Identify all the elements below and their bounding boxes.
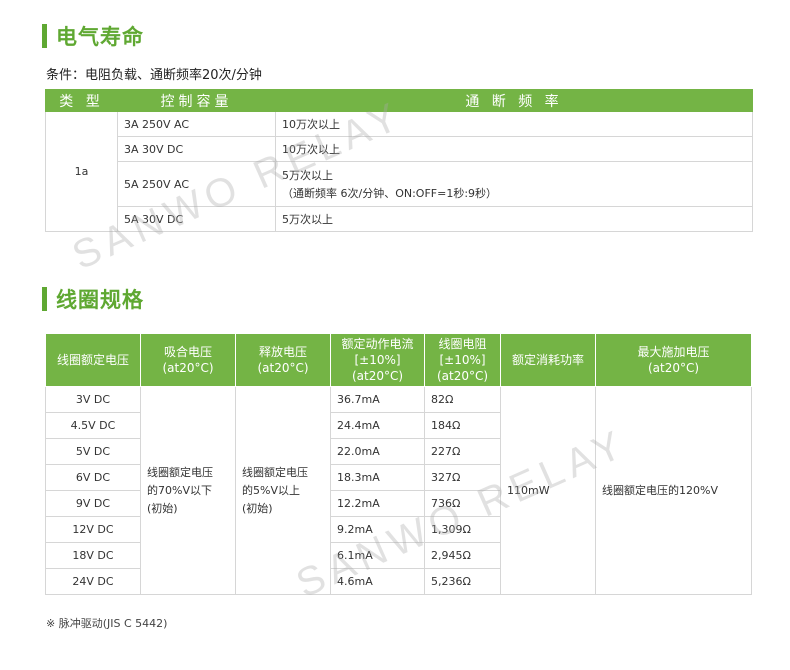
frequency-cell: 5万次以上 （通断频率 6次/分钟、ON:OFF=1秒:9秒） [275, 161, 753, 207]
table-row: 3V DC 线圈额定电压 的70%V以下 (初始) 线圈额定电压 的5%V以上 (初始)… [45, 386, 752, 595]
header-operate-current: 额定动作电流 [±10%] (at20°C) [330, 333, 425, 387]
header-pickup-voltage: 吸合电压 (at20°C) [140, 333, 236, 387]
operate-current-cell: 4.6mA [330, 568, 425, 595]
table-row: 5A 250V AC 5万次以上 （通断频率 6次/分钟、ON:OFF=1秒:9… [46, 161, 753, 207]
header-sub: (at20°C) [647, 361, 700, 375]
pickup-voltage-cell: 线圈额定电压 的70%V以下 (初始) [140, 386, 236, 595]
header-sub: (at20°C) [257, 361, 309, 375]
contact-type: 1a [45, 111, 118, 232]
frequency-note: （通断频率 6次/分钟、ON:OFF=1秒:9秒） [282, 187, 498, 200]
table-row: 1a 3A 250V AC 10万次以上 [45, 111, 753, 232]
rated-voltage-cell: 9V DC [45, 490, 141, 517]
coil-spec-table: 线圈额定电压 吸合电压 (at20°C) 释放电压 (at20°C) 额定动作电流 [… [45, 333, 752, 595]
rated-voltage-cell: 3V DC [45, 386, 141, 413]
operate-current-cell: 18.3mA [330, 464, 425, 491]
section-title-text: 电气寿命 [56, 25, 144, 49]
operate-current-cell: 22.0mA [330, 438, 425, 465]
test-condition: 条件：电阻负载、通断频率20次/分钟 [46, 68, 262, 83]
table-row: 5A 30V DC 5万次以上 [46, 206, 753, 232]
header-rated-voltage: 线圈额定电压 [45, 333, 141, 387]
frequency-cell: 10万次以上 [275, 136, 753, 162]
cell-line: (初始) [147, 501, 178, 515]
coil-resistance-cell: 327Ω [424, 464, 501, 491]
header-text: 线圈额定电压 [56, 353, 129, 367]
header-type: 类 型 [45, 89, 118, 112]
header-max-voltage: 最大施加电压 (at20°C) [595, 333, 752, 387]
header-text: 额定消耗功率 [511, 353, 584, 367]
header-release-voltage: 释放电压 (at20°C) [235, 333, 331, 387]
release-voltage-cell: 线圈额定电压 的5%V以上 (初始) [235, 386, 331, 595]
rated-voltage-cell: 4.5V DC [45, 412, 141, 439]
capacity-cell: 3A 30V DC [117, 136, 276, 162]
rated-voltage-cell: 12V DC [45, 516, 141, 543]
operate-current-cell: 36.7mA [330, 386, 425, 413]
capacity-cell: 3A 250V AC [117, 111, 276, 137]
max-voltage-cell: 线圈额定电压的120%V [595, 386, 752, 595]
electrical-life-table: 类 型 控制容量 通 断 频 率 1a 3A 250V AC 10万次以上 3A… [45, 89, 753, 232]
capacity-cell: 5A 250V AC [117, 161, 276, 207]
coil-resistance-cell: 227Ω [424, 438, 501, 465]
header-sub: [±10%] [439, 353, 486, 367]
capacity-cell: 5A 30V DC [117, 206, 276, 232]
operate-current-cell: 6.1mA [330, 542, 425, 569]
table-row: 3A 30V DC 10万次以上 [46, 136, 753, 162]
operate-current-cell: 24.4mA [330, 412, 425, 439]
rated-voltage-cell: 5V DC [45, 438, 141, 465]
rated-voltage-cell: 6V DC [45, 464, 141, 491]
header-power: 额定消耗功率 [500, 333, 596, 387]
header-sub: [±10%] [354, 353, 401, 367]
operate-current-cell: 12.2mA [330, 490, 425, 517]
header-text: 吸合电压 [163, 345, 212, 359]
header-text: 线圈电阻 [438, 337, 487, 351]
rated-voltage-cell: 24V DC [45, 568, 141, 595]
coil-resistance-cell: 5,236Ω [424, 568, 501, 595]
footnote: ※ 脉冲驱动(JIS C 5442) [46, 617, 168, 630]
header-text: 释放电压 [258, 345, 307, 359]
coil-resistance-cell: 82Ω [424, 386, 501, 413]
table-header-row: 类 型 控制容量 通 断 频 率 [45, 89, 753, 112]
header-text: 最大施加电压 [637, 345, 710, 359]
header-sub: (at20°C) [436, 369, 489, 383]
header-sub: (at20°C) [351, 369, 404, 383]
header-coil-resistance: 线圈电阻 [±10%] (at20°C) [424, 333, 501, 387]
frequency-cell: 5万次以上 [275, 206, 753, 232]
section-title-text: 线圈规格 [56, 288, 144, 312]
header-frequency: 通 断 频 率 [275, 89, 753, 112]
cell-line: 线圈额定电压 [147, 465, 213, 479]
section-title-coil-spec: 线圈规格 [42, 286, 144, 312]
coil-resistance-cell: 2,945Ω [424, 542, 501, 569]
cell-line: 的70%V以下 [147, 483, 212, 497]
header-capacity: 控制容量 [117, 89, 276, 112]
title-accent-bar [42, 287, 47, 311]
frequency-value: 5万次以上 [282, 169, 333, 182]
coil-resistance-cell: 184Ω [424, 412, 501, 439]
coil-resistance-cell: 1,309Ω [424, 516, 501, 543]
cell-line: (初始) [242, 501, 273, 515]
section-title-electrical-life: 电气寿命 [42, 23, 144, 49]
cell-line: 线圈额定电压 [242, 465, 308, 479]
cell-line: 的5%V以上 [242, 483, 300, 497]
table-header-row: 线圈额定电压 吸合电压 (at20°C) 释放电压 (at20°C) 额定动作电流 [… [45, 333, 752, 387]
operate-current-cell: 9.2mA [330, 516, 425, 543]
header-text: 额定动作电流 [341, 337, 414, 351]
coil-resistance-cell: 736Ω [424, 490, 501, 517]
frequency-cell: 10万次以上 [275, 111, 753, 137]
title-accent-bar [42, 24, 47, 48]
power-cell: 110mW [500, 386, 596, 595]
rated-voltage-cell: 18V DC [45, 542, 141, 569]
header-sub: (at20°C) [162, 361, 214, 375]
